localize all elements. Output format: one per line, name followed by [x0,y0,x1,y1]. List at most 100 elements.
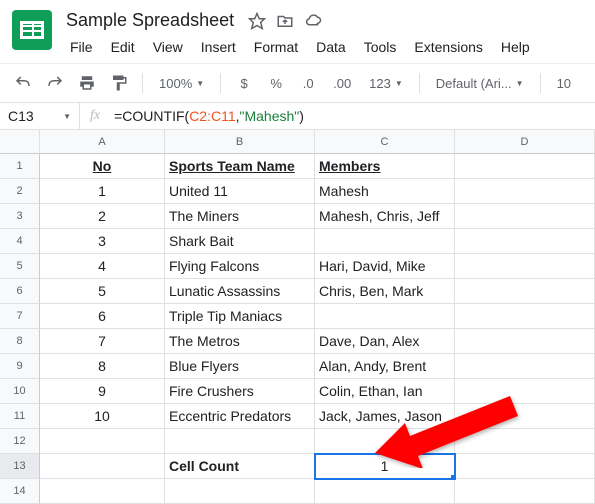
cell[interactable] [40,429,165,454]
cloud-status-icon[interactable] [304,12,322,30]
row-header[interactable]: 12 [0,429,40,454]
cell[interactable]: Jack, James, Jason [315,404,455,429]
cell[interactable] [455,454,595,479]
cell[interactable]: Triple Tip Maniacs [165,304,315,329]
menu-tools[interactable]: Tools [356,35,405,59]
menu-insert[interactable]: Insert [193,35,244,59]
row-header[interactable]: 2 [0,179,40,204]
menu-edit[interactable]: Edit [103,35,143,59]
cell[interactable] [315,429,455,454]
menu-format[interactable]: Format [246,35,306,59]
undo-icon[interactable] [10,70,36,96]
cell[interactable]: Flying Falcons [165,254,315,279]
cell[interactable] [455,229,595,254]
cell[interactable]: Mahesh, Chris, Jeff [315,204,455,229]
cell[interactable]: The Miners [165,204,315,229]
cell[interactable]: 2 [40,204,165,229]
cell[interactable] [455,304,595,329]
redo-icon[interactable] [42,70,68,96]
cell[interactable]: Sports Team Name [165,154,315,179]
cell[interactable] [455,479,595,504]
cell[interactable]: Dave, Dan, Alex [315,329,455,354]
cell[interactable]: Colin, Ethan, Ian [315,379,455,404]
row-header[interactable]: 10 [0,379,40,404]
column-header-A[interactable]: A [40,130,165,154]
cell[interactable] [40,454,165,479]
cell[interactable]: Shark Bait [165,229,315,254]
row-header[interactable]: 8 [0,329,40,354]
cell[interactable]: 9 [40,379,165,404]
row-header[interactable]: 3 [0,204,40,229]
cell[interactable]: 3 [40,229,165,254]
percent-icon[interactable]: % [263,70,289,96]
currency-icon[interactable]: $ [231,70,257,96]
print-icon[interactable] [74,70,100,96]
column-header-D[interactable]: D [455,130,595,154]
cell[interactable]: Mahesh [315,179,455,204]
cell[interactable] [455,404,595,429]
menu-data[interactable]: Data [308,35,354,59]
cell[interactable] [455,329,595,354]
formula-bar[interactable]: =COUNTIF(C2:C11,"Mahesh") [110,108,595,124]
cell[interactable]: 5 [40,279,165,304]
cell[interactable]: Eccentric Predators [165,404,315,429]
cell[interactable]: 8 [40,354,165,379]
cell[interactable] [455,429,595,454]
cell[interactable] [315,229,455,254]
font-dropdown[interactable]: Default (Ari...▼ [430,72,530,95]
menu-file[interactable]: File [62,35,101,59]
cell[interactable]: No [40,154,165,179]
zoom-dropdown[interactable]: 100%▼ [153,72,210,95]
cell[interactable] [455,279,595,304]
cell[interactable]: 1 [315,454,455,479]
star-icon[interactable] [248,12,266,30]
row-header[interactable]: 14 [0,479,40,504]
move-icon[interactable] [276,12,294,30]
row-header[interactable]: 4 [0,229,40,254]
paint-format-icon[interactable] [106,70,132,96]
cell[interactable]: 10 [40,404,165,429]
spreadsheet-grid[interactable]: ABCD1NoSports Team NameMembers21United 1… [0,130,595,504]
row-header[interactable]: 9 [0,354,40,379]
cell[interactable]: 4 [40,254,165,279]
name-box[interactable]: C13▼ [0,103,80,129]
menu-help[interactable]: Help [493,35,538,59]
row-header[interactable]: 1 [0,154,40,179]
cell[interactable] [455,254,595,279]
cell[interactable]: Blue Flyers [165,354,315,379]
cell[interactable]: Members [315,154,455,179]
cell[interactable] [455,379,595,404]
sheets-logo-icon[interactable] [12,10,52,50]
decrease-decimal-icon[interactable]: .0 [295,70,321,96]
document-title[interactable]: Sample Spreadsheet [62,8,238,33]
cell[interactable]: Hari, David, Mike [315,254,455,279]
row-header[interactable]: 11 [0,404,40,429]
cell[interactable] [455,204,595,229]
cell[interactable]: 7 [40,329,165,354]
cell[interactable]: United 11 [165,179,315,204]
cell[interactable]: Chris, Ben, Mark [315,279,455,304]
column-header-C[interactable]: C [315,130,455,154]
cell[interactable]: Fire Crushers [165,379,315,404]
select-all-corner[interactable] [0,130,40,154]
column-header-B[interactable]: B [165,130,315,154]
cell[interactable] [315,479,455,504]
cell[interactable] [455,154,595,179]
cell[interactable] [315,304,455,329]
menu-view[interactable]: View [145,35,191,59]
cell[interactable] [455,354,595,379]
row-header[interactable]: 13 [0,454,40,479]
row-header[interactable]: 5 [0,254,40,279]
cell[interactable] [165,479,315,504]
cell[interactable]: Lunatic Assassins [165,279,315,304]
cell[interactable]: 6 [40,304,165,329]
font-size[interactable]: 10 [551,72,577,95]
cell[interactable]: Cell Count [165,454,315,479]
row-header[interactable]: 7 [0,304,40,329]
cell[interactable]: 1 [40,179,165,204]
cell[interactable] [455,179,595,204]
menu-extensions[interactable]: Extensions [406,35,490,59]
row-header[interactable]: 6 [0,279,40,304]
cell[interactable] [165,429,315,454]
increase-decimal-icon[interactable]: .00 [327,70,357,96]
